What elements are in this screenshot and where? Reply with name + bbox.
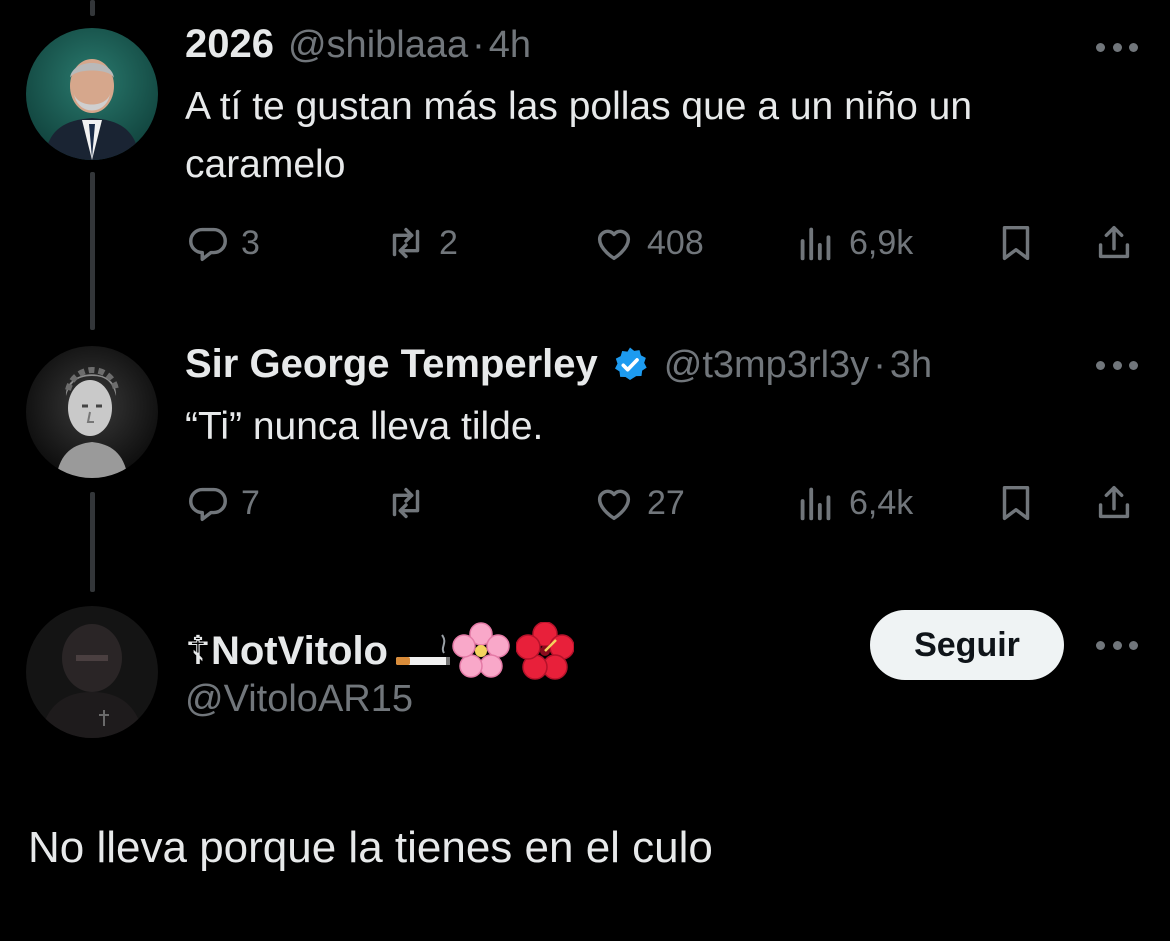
views-button[interactable]: 6,4k <box>793 478 913 528</box>
follow-button[interactable]: Seguir <box>870 610 1064 680</box>
hibiscus-emoji <box>516 622 574 680</box>
bookmark-button[interactable] <box>993 478 1039 528</box>
thread-line <box>90 492 95 592</box>
avatar[interactable] <box>26 28 158 160</box>
separator: · <box>873 344 886 386</box>
avatar[interactable] <box>26 606 158 738</box>
share-icon <box>1098 485 1130 519</box>
author-name[interactable]: 2026 <box>185 22 274 67</box>
reply-icon <box>189 487 227 522</box>
bookmark-icon <box>1002 225 1030 261</box>
bookmark-button[interactable] <box>993 218 1039 268</box>
post-text: No lleva porque la tienes en el culo <box>28 823 713 872</box>
author-handle[interactable]: @t3mp3rl3y <box>664 344 869 387</box>
share-button[interactable] <box>1091 478 1137 528</box>
author-name[interactable]: ☦NotVitolo <box>185 628 388 674</box>
avatar-image <box>26 606 158 738</box>
share-button[interactable] <box>1091 218 1137 268</box>
cherry-blossom-emoji <box>452 622 510 678</box>
more-icon[interactable] <box>1096 40 1138 54</box>
like-button[interactable]: 27 <box>591 478 685 528</box>
separator: · <box>472 24 485 66</box>
views-button[interactable]: 6,9k <box>793 218 913 268</box>
like-icon <box>597 229 631 261</box>
reply-button[interactable]: 3 <box>185 218 260 268</box>
retweet-icon <box>392 487 420 519</box>
tweet-text: “Ti” nunca lleva tilde. <box>185 405 544 448</box>
reply-count: 3 <box>241 223 260 262</box>
author-handle[interactable]: @shiblaaa <box>288 24 468 67</box>
timestamp[interactable]: 3h <box>890 344 932 387</box>
author-handle[interactable]: @VitoloAR15 <box>185 678 413 721</box>
tweet-header: 2026 @shiblaaa · 4h <box>185 22 531 67</box>
reply-button[interactable]: 7 <box>185 478 260 528</box>
reply-icon <box>189 227 227 262</box>
like-button[interactable]: 408 <box>591 218 704 268</box>
tweet-text: A tí te gustan más las pollas que a un n… <box>185 85 973 186</box>
share-icon <box>1098 225 1130 259</box>
bookmark-icon <box>1002 485 1030 521</box>
avatar-image <box>26 346 158 478</box>
retweet-count: 2 <box>439 223 458 262</box>
tweet-actions: 3 2 408 6,9k <box>185 218 1140 268</box>
cigarette-emoji <box>396 634 450 665</box>
views-count: 6,4k <box>849 483 914 522</box>
retweet-button[interactable] <box>383 478 439 528</box>
avatar[interactable] <box>26 346 158 478</box>
author-name[interactable]: Sir George Temperley <box>185 342 598 387</box>
like-count: 27 <box>647 483 685 522</box>
views-count: 6,9k <box>849 223 914 262</box>
post-handle-row: @VitoloAR15 <box>185 678 413 721</box>
retweet-button[interactable]: 2 <box>383 218 458 268</box>
verified-icon <box>614 347 647 380</box>
more-icon[interactable] <box>1096 358 1138 372</box>
views-icon <box>800 227 831 261</box>
post-header: ☦NotVitolo <box>185 622 574 680</box>
like-count: 408 <box>647 223 704 262</box>
thread-line <box>90 172 95 330</box>
timestamp[interactable]: 4h <box>489 24 531 67</box>
reply-count: 7 <box>241 483 260 522</box>
retweet-icon <box>392 227 420 259</box>
avatar-image <box>26 28 158 160</box>
views-icon <box>800 487 831 521</box>
tweet-header: Sir George Temperley @t3mp3rl3y · 3h <box>185 342 932 387</box>
thread-line <box>90 0 95 16</box>
more-icon[interactable] <box>1096 638 1138 652</box>
tweet-actions: 7 27 6,4k <box>185 478 1140 528</box>
like-icon <box>597 489 631 521</box>
